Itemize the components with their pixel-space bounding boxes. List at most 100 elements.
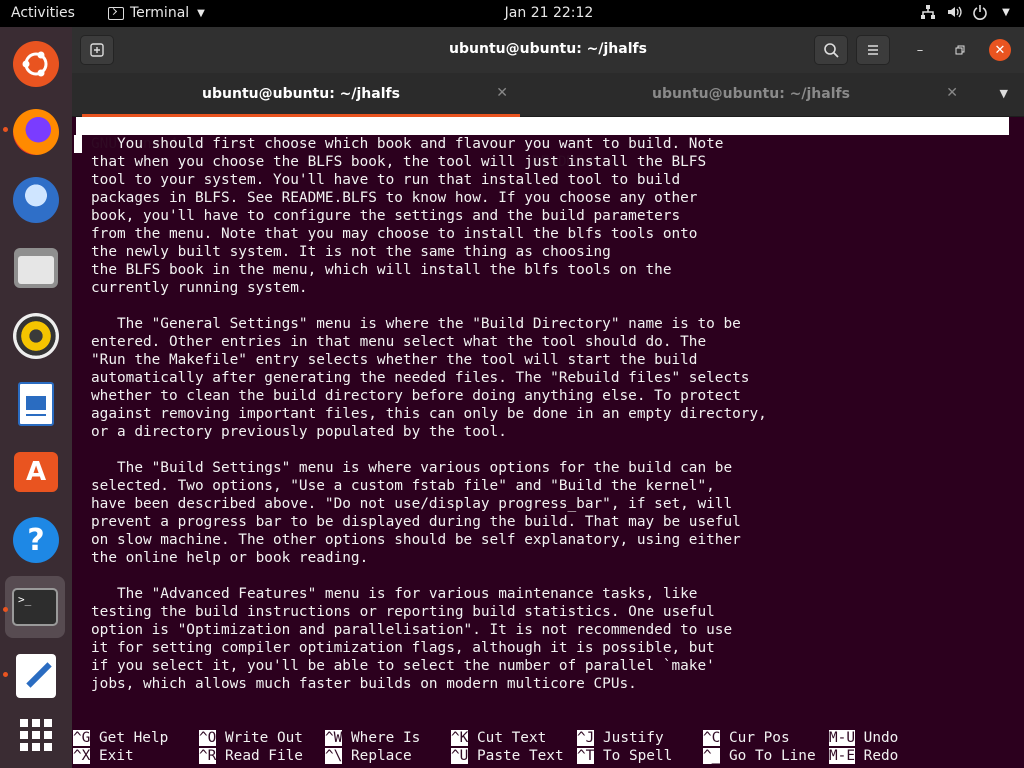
text-line: have been described above. "Do not use/d… [91,496,733,512]
network-icon[interactable] [920,4,936,20]
text-line: the BLFS book in the menu, which will in… [91,262,672,278]
text-line: currently running system. [91,280,308,296]
rhythmbox-icon [13,313,59,359]
menu-button[interactable] [856,35,890,65]
dock-rhythmbox[interactable] [8,308,64,364]
text-line: that when you choose the BLFS book, the … [91,154,707,170]
shortcut-label: Where Is [342,730,421,746]
shortcut-item[interactable]: ^J Justify [577,729,664,747]
text-line: the newly built system. It is not the sa… [91,244,611,260]
tabs-menu-icon[interactable]: ▼ [1000,87,1008,100]
running-indicator [3,607,8,612]
shortcut-label: Redo [855,748,899,764]
dock-files[interactable] [8,240,64,296]
app-grid-icon [20,719,52,751]
shortcut-key: ^\ [325,748,343,764]
top-bar: Activities Terminal ▼ Jan 21 22:12 ▼ [0,0,1024,27]
tab-1[interactable]: ubuntu@ubuntu: ~/jhalfs ✕ [76,73,526,117]
shortcut-key: M-E [829,748,855,764]
shortcut-key: ^G [73,730,91,746]
tab-close-icon[interactable]: ✕ [946,85,958,101]
writer-icon [18,382,54,426]
restore-icon [955,45,965,55]
shortcut-label: Replace [342,748,412,764]
text-line: entered. Other entries in that menu sele… [91,334,707,350]
text-line: from the menu. Note that you may choose … [91,226,698,242]
dock-software[interactable]: A [8,444,64,500]
shortcut-label: Go To Line [720,748,816,764]
tab-2[interactable]: ubuntu@ubuntu: ~/jhalfs ✕ [526,73,976,117]
text-line: jobs, which allows much faster builds on… [91,676,637,692]
help-icon: ? [13,517,59,563]
shortcut-item[interactable]: ^U Paste Text [451,747,564,765]
text-line: option is "Optimization and parallelisat… [91,622,733,638]
shortcut-item[interactable]: M-E Redo [829,747,898,765]
close-window-button[interactable]: ✕ [989,39,1011,61]
shortcut-item[interactable]: ^G Get Help [73,729,168,747]
tab-close-icon[interactable]: ✕ [496,85,508,101]
text-line: The "Build Settings" menu is where vario… [91,460,733,476]
dock-app-grid[interactable] [8,707,64,763]
text-line: packages in BLFS. See README.BLFS to kno… [91,190,698,206]
text-line: automatically after generating the neede… [91,370,750,386]
shortcut-item[interactable]: ^_ Go To Line [703,747,816,765]
terminal-window: ubuntu@ubuntu: ~/jhalfs – ✕ ubuntu@ubunt… [72,27,1024,768]
hamburger-icon [868,45,878,55]
maximize-button[interactable] [949,39,971,61]
shortcut-label: Exit [90,748,134,764]
power-icon[interactable] [972,4,988,20]
text-line: or a directory previously populated by t… [91,424,507,440]
tab-bar: ubuntu@ubuntu: ~/jhalfs ✕ ubuntu@ubuntu:… [72,73,1024,117]
dock: A ? >_ [0,27,72,768]
shortcut-item[interactable]: M-U Undo [829,729,898,747]
shortcut-item[interactable]: ^K Cut Text [451,729,546,747]
tab-label: ubuntu@ubuntu: ~/jhalfs [652,86,850,102]
dock-thunderbird[interactable] [8,172,64,228]
text-line: book, you'll have to configure the setti… [91,208,681,224]
minimize-icon: – [916,42,924,58]
terminal-area[interactable]: GNU nano 4.8 README You should first cho… [72,117,1024,768]
shortcut-label: Cur Pos [720,730,790,746]
text-line: on slow machine. The other options shoul… [91,532,741,548]
tray-menu-caret-icon[interactable]: ▼ [998,4,1014,20]
shortcut-item[interactable]: ^T To Spell [577,747,672,765]
shortcut-item[interactable]: ^O Write Out [199,729,303,747]
firefox-icon [13,109,59,155]
dock-text-editor[interactable] [8,648,64,704]
shortcut-item[interactable]: ^\ Replace [325,747,412,765]
text-line: The "Advanced Features" menu is for vari… [91,586,698,602]
shortcut-label: Paste Text [468,748,564,764]
dock-firefox[interactable] [8,104,64,160]
text-line: You should first choose which book and f… [91,136,724,152]
search-icon [824,43,839,58]
files-icon [14,248,58,288]
dock-terminal[interactable]: >_ [5,576,65,638]
dock-ubuntu[interactable] [8,36,64,92]
minimize-button[interactable]: – [909,39,931,61]
shortcut-item[interactable]: ^C Cur Pos [703,729,790,747]
thunderbird-icon [13,177,59,223]
shortcut-label: To Spell [594,748,673,764]
shortcut-key: ^C [703,730,721,746]
shortcut-label: Write Out [216,730,303,746]
search-button[interactable] [814,35,848,65]
system-tray[interactable]: ▼ [920,4,1014,20]
dock-writer[interactable] [8,376,64,432]
text-line: if you select it, you'll be able to sele… [91,658,715,674]
shortcut-key: ^X [73,748,91,764]
header-bar: ubuntu@ubuntu: ~/jhalfs – ✕ [72,27,1024,73]
text-editor-icon [16,654,56,698]
terminal-icon: >_ [12,588,58,626]
dock-help[interactable]: ? [8,512,64,568]
shortcut-key: ^O [199,730,217,746]
shortcut-key: ^T [577,748,595,764]
shortcut-item[interactable]: ^R Read File [199,747,303,765]
shortcut-item[interactable]: ^W Where Is [325,729,420,747]
text-line: selected. Two options, "Use a custom fst… [91,478,715,494]
clock[interactable]: Jan 21 22:12 [0,5,1024,21]
shortcut-key: ^W [325,730,343,746]
shortcut-key: ^U [451,748,469,764]
volume-icon[interactable] [946,4,962,20]
shortcut-key: ^_ [703,748,721,764]
shortcut-item[interactable]: ^X Exit [73,747,134,765]
